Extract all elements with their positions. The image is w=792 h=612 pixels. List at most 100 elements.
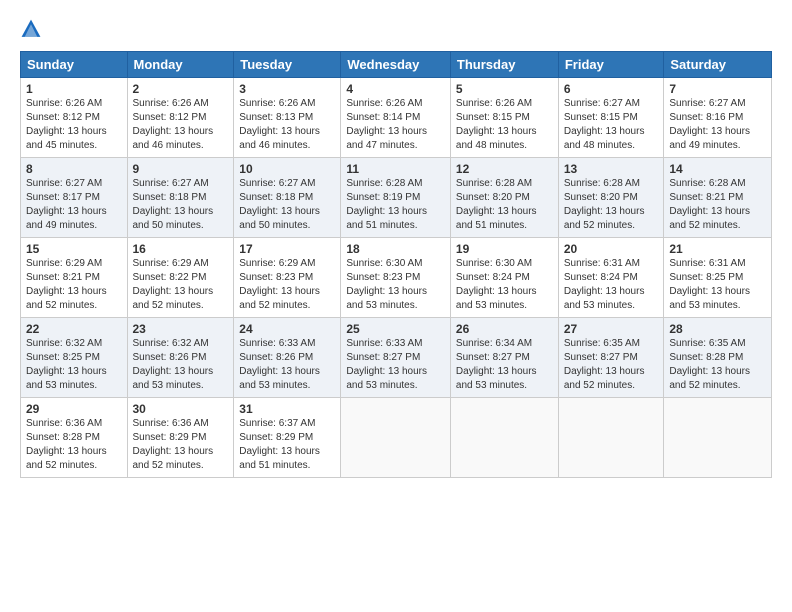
calendar-cell: 3Sunrise: 6:26 AM Sunset: 8:13 PM Daylig…: [234, 78, 341, 158]
day-number: 10: [239, 162, 335, 176]
day-info: Sunrise: 6:33 AM Sunset: 8:26 PM Dayligh…: [239, 337, 335, 393]
day-number: 22: [26, 322, 122, 336]
day-info: Sunrise: 6:28 AM Sunset: 8:21 PM Dayligh…: [669, 177, 766, 233]
day-info: Sunrise: 6:35 AM Sunset: 8:28 PM Dayligh…: [669, 337, 766, 393]
calendar-cell: 17Sunrise: 6:29 AM Sunset: 8:23 PM Dayli…: [234, 238, 341, 318]
day-number: 8: [26, 162, 122, 176]
day-info: Sunrise: 6:30 AM Sunset: 8:24 PM Dayligh…: [456, 257, 553, 313]
calendar-week-2: 8Sunrise: 6:27 AM Sunset: 8:17 PM Daylig…: [21, 158, 772, 238]
day-number: 30: [133, 402, 229, 416]
calendar: SundayMondayTuesdayWednesdayThursdayFrid…: [20, 51, 772, 478]
day-number: 5: [456, 82, 553, 96]
header: [20, 18, 772, 45]
calendar-cell: 31Sunrise: 6:37 AM Sunset: 8:29 PM Dayli…: [234, 398, 341, 478]
day-number: 26: [456, 322, 553, 336]
calendar-header-row: SundayMondayTuesdayWednesdayThursdayFrid…: [21, 52, 772, 78]
day-number: 19: [456, 242, 553, 256]
day-info: Sunrise: 6:31 AM Sunset: 8:24 PM Dayligh…: [564, 257, 659, 313]
calendar-cell: [664, 398, 772, 478]
day-info: Sunrise: 6:29 AM Sunset: 8:23 PM Dayligh…: [239, 257, 335, 313]
day-info: Sunrise: 6:37 AM Sunset: 8:29 PM Dayligh…: [239, 417, 335, 473]
day-number: 13: [564, 162, 659, 176]
logo-icon: [20, 18, 42, 40]
calendar-week-1: 1Sunrise: 6:26 AM Sunset: 8:12 PM Daylig…: [21, 78, 772, 158]
day-info: Sunrise: 6:28 AM Sunset: 8:20 PM Dayligh…: [564, 177, 659, 233]
day-number: 24: [239, 322, 335, 336]
calendar-cell: 27Sunrise: 6:35 AM Sunset: 8:27 PM Dayli…: [558, 318, 664, 398]
day-number: 25: [346, 322, 445, 336]
calendar-cell: [450, 398, 558, 478]
calendar-cell: 1Sunrise: 6:26 AM Sunset: 8:12 PM Daylig…: [21, 78, 128, 158]
calendar-header-friday: Friday: [558, 52, 664, 78]
day-info: Sunrise: 6:26 AM Sunset: 8:13 PM Dayligh…: [239, 97, 335, 153]
day-info: Sunrise: 6:36 AM Sunset: 8:29 PM Dayligh…: [133, 417, 229, 473]
day-info: Sunrise: 6:32 AM Sunset: 8:25 PM Dayligh…: [26, 337, 122, 393]
calendar-cell: 6Sunrise: 6:27 AM Sunset: 8:15 PM Daylig…: [558, 78, 664, 158]
calendar-cell: 2Sunrise: 6:26 AM Sunset: 8:12 PM Daylig…: [127, 78, 234, 158]
day-number: 28: [669, 322, 766, 336]
day-info: Sunrise: 6:29 AM Sunset: 8:22 PM Dayligh…: [133, 257, 229, 313]
calendar-cell: 10Sunrise: 6:27 AM Sunset: 8:18 PM Dayli…: [234, 158, 341, 238]
day-number: 16: [133, 242, 229, 256]
calendar-cell: 12Sunrise: 6:28 AM Sunset: 8:20 PM Dayli…: [450, 158, 558, 238]
calendar-cell: 4Sunrise: 6:26 AM Sunset: 8:14 PM Daylig…: [341, 78, 451, 158]
calendar-cell: 8Sunrise: 6:27 AM Sunset: 8:17 PM Daylig…: [21, 158, 128, 238]
calendar-header-sunday: Sunday: [21, 52, 128, 78]
calendar-week-4: 22Sunrise: 6:32 AM Sunset: 8:25 PM Dayli…: [21, 318, 772, 398]
calendar-cell: 14Sunrise: 6:28 AM Sunset: 8:21 PM Dayli…: [664, 158, 772, 238]
calendar-cell: 15Sunrise: 6:29 AM Sunset: 8:21 PM Dayli…: [21, 238, 128, 318]
day-info: Sunrise: 6:27 AM Sunset: 8:17 PM Dayligh…: [26, 177, 122, 233]
day-info: Sunrise: 6:31 AM Sunset: 8:25 PM Dayligh…: [669, 257, 766, 313]
day-number: 17: [239, 242, 335, 256]
day-info: Sunrise: 6:32 AM Sunset: 8:26 PM Dayligh…: [133, 337, 229, 393]
calendar-cell: 9Sunrise: 6:27 AM Sunset: 8:18 PM Daylig…: [127, 158, 234, 238]
calendar-cell: 28Sunrise: 6:35 AM Sunset: 8:28 PM Dayli…: [664, 318, 772, 398]
day-info: Sunrise: 6:36 AM Sunset: 8:28 PM Dayligh…: [26, 417, 122, 473]
logo: [20, 18, 46, 45]
day-number: 23: [133, 322, 229, 336]
day-info: Sunrise: 6:29 AM Sunset: 8:21 PM Dayligh…: [26, 257, 122, 313]
day-info: Sunrise: 6:33 AM Sunset: 8:27 PM Dayligh…: [346, 337, 445, 393]
day-info: Sunrise: 6:27 AM Sunset: 8:18 PM Dayligh…: [133, 177, 229, 233]
day-number: 4: [346, 82, 445, 96]
day-info: Sunrise: 6:28 AM Sunset: 8:19 PM Dayligh…: [346, 177, 445, 233]
calendar-header-tuesday: Tuesday: [234, 52, 341, 78]
calendar-cell: 25Sunrise: 6:33 AM Sunset: 8:27 PM Dayli…: [341, 318, 451, 398]
calendar-cell: 7Sunrise: 6:27 AM Sunset: 8:16 PM Daylig…: [664, 78, 772, 158]
calendar-cell: 26Sunrise: 6:34 AM Sunset: 8:27 PM Dayli…: [450, 318, 558, 398]
calendar-week-5: 29Sunrise: 6:36 AM Sunset: 8:28 PM Dayli…: [21, 398, 772, 478]
day-info: Sunrise: 6:27 AM Sunset: 8:15 PM Dayligh…: [564, 97, 659, 153]
calendar-cell: 13Sunrise: 6:28 AM Sunset: 8:20 PM Dayli…: [558, 158, 664, 238]
day-info: Sunrise: 6:27 AM Sunset: 8:16 PM Dayligh…: [669, 97, 766, 153]
day-info: Sunrise: 6:26 AM Sunset: 8:12 PM Dayligh…: [26, 97, 122, 153]
calendar-cell: 18Sunrise: 6:30 AM Sunset: 8:23 PM Dayli…: [341, 238, 451, 318]
day-number: 15: [26, 242, 122, 256]
calendar-cell: 23Sunrise: 6:32 AM Sunset: 8:26 PM Dayli…: [127, 318, 234, 398]
day-number: 6: [564, 82, 659, 96]
calendar-cell: 30Sunrise: 6:36 AM Sunset: 8:29 PM Dayli…: [127, 398, 234, 478]
day-info: Sunrise: 6:28 AM Sunset: 8:20 PM Dayligh…: [456, 177, 553, 233]
calendar-cell: 16Sunrise: 6:29 AM Sunset: 8:22 PM Dayli…: [127, 238, 234, 318]
day-info: Sunrise: 6:30 AM Sunset: 8:23 PM Dayligh…: [346, 257, 445, 313]
day-info: Sunrise: 6:26 AM Sunset: 8:12 PM Dayligh…: [133, 97, 229, 153]
day-number: 14: [669, 162, 766, 176]
calendar-cell: [558, 398, 664, 478]
day-number: 18: [346, 242, 445, 256]
day-number: 12: [456, 162, 553, 176]
calendar-cell: 5Sunrise: 6:26 AM Sunset: 8:15 PM Daylig…: [450, 78, 558, 158]
day-number: 21: [669, 242, 766, 256]
day-number: 2: [133, 82, 229, 96]
day-number: 29: [26, 402, 122, 416]
calendar-cell: 11Sunrise: 6:28 AM Sunset: 8:19 PM Dayli…: [341, 158, 451, 238]
day-number: 27: [564, 322, 659, 336]
day-info: Sunrise: 6:26 AM Sunset: 8:14 PM Dayligh…: [346, 97, 445, 153]
day-info: Sunrise: 6:26 AM Sunset: 8:15 PM Dayligh…: [456, 97, 553, 153]
calendar-cell: 24Sunrise: 6:33 AM Sunset: 8:26 PM Dayli…: [234, 318, 341, 398]
calendar-week-3: 15Sunrise: 6:29 AM Sunset: 8:21 PM Dayli…: [21, 238, 772, 318]
calendar-header-monday: Monday: [127, 52, 234, 78]
calendar-header-thursday: Thursday: [450, 52, 558, 78]
day-number: 9: [133, 162, 229, 176]
day-number: 20: [564, 242, 659, 256]
calendar-cell: [341, 398, 451, 478]
day-number: 7: [669, 82, 766, 96]
